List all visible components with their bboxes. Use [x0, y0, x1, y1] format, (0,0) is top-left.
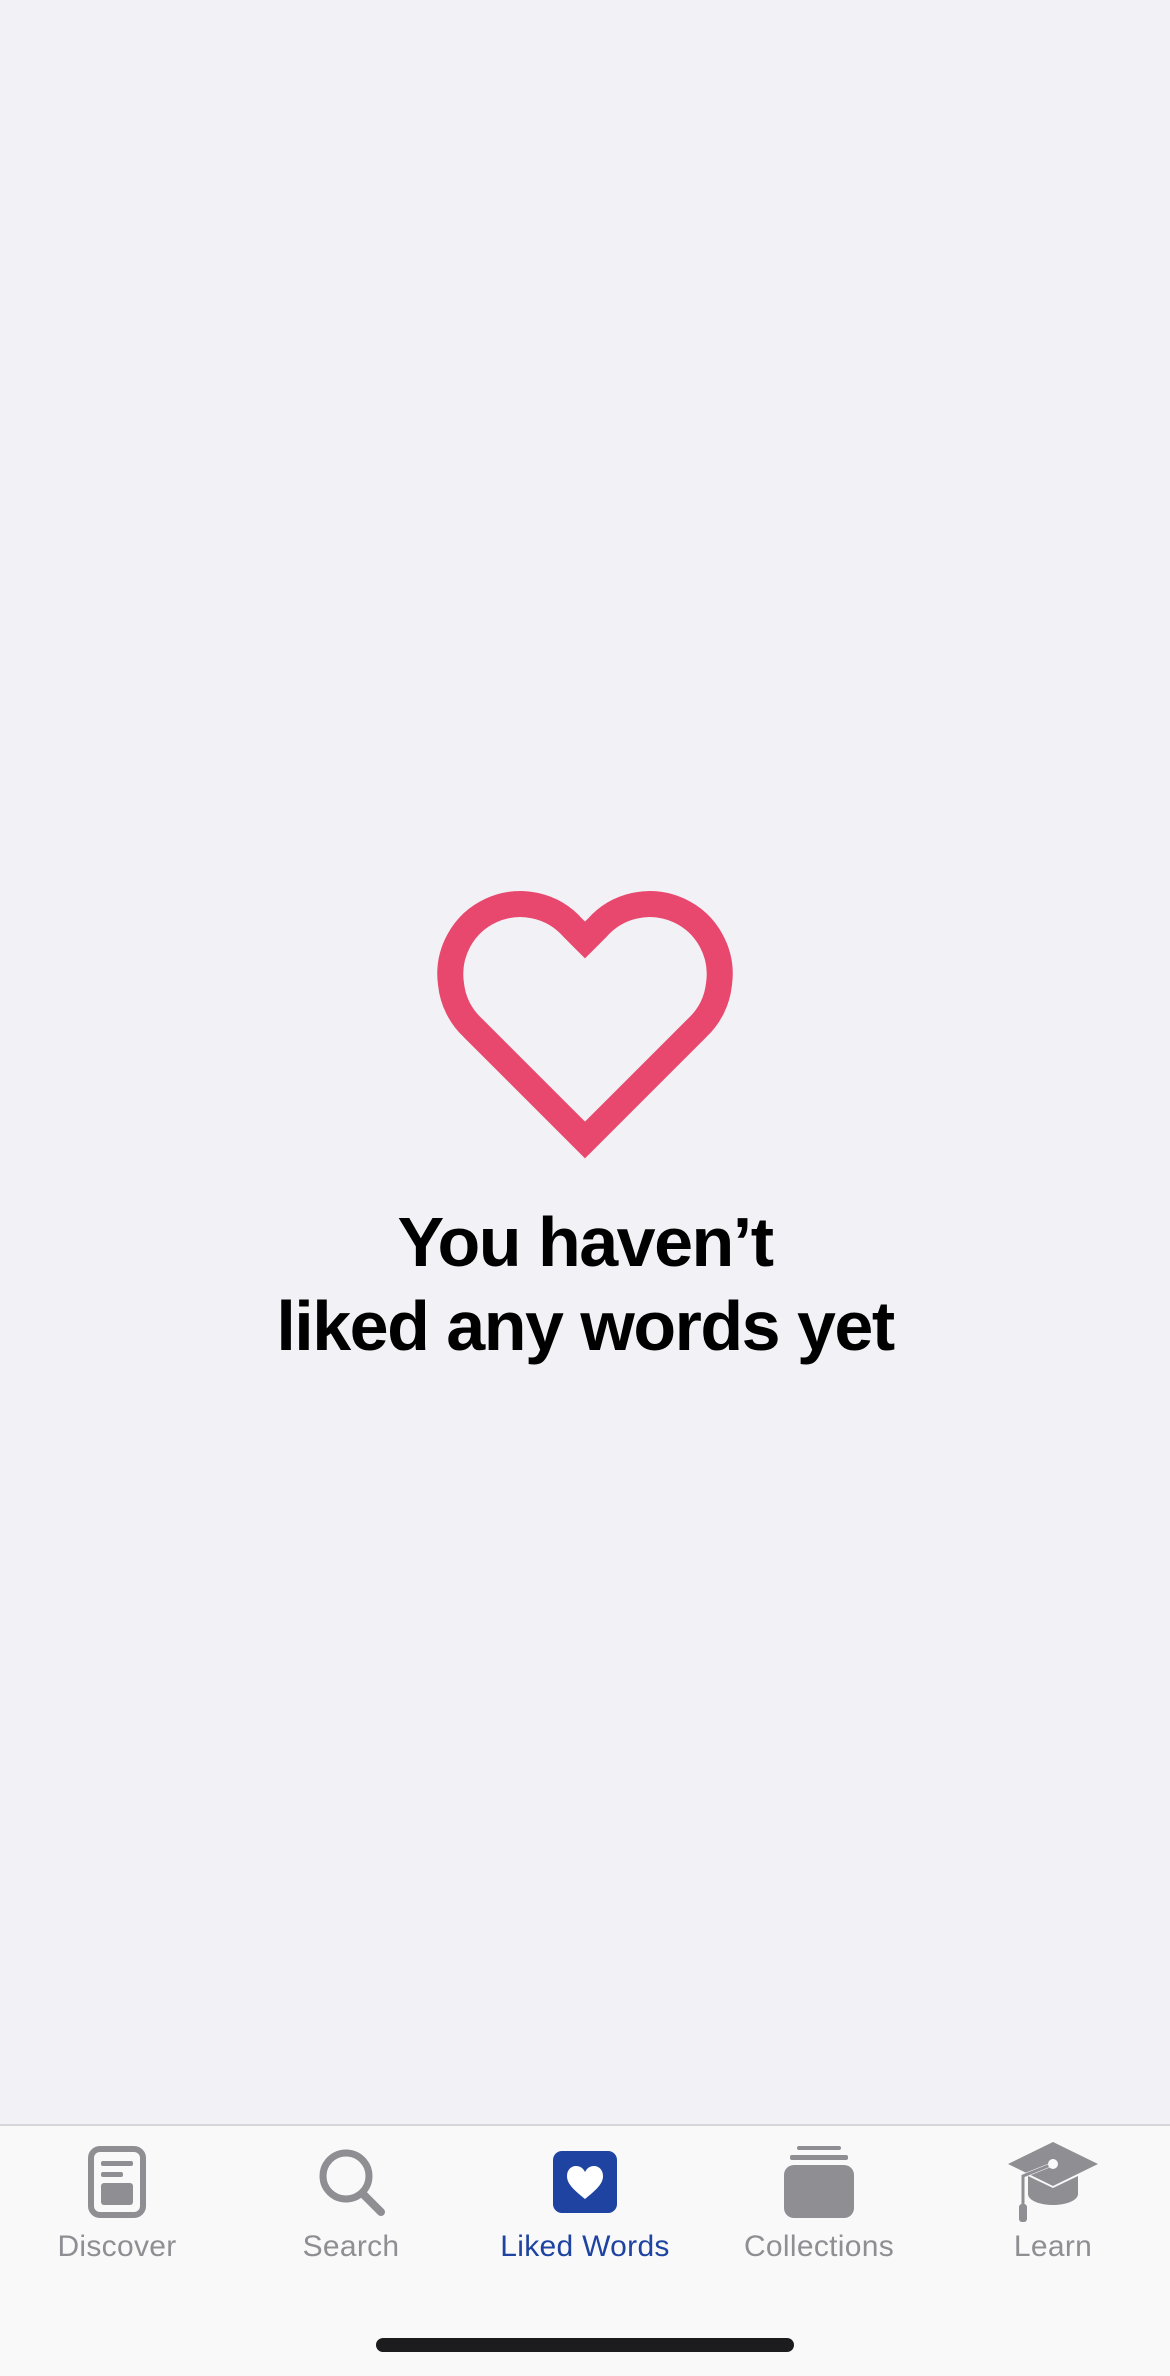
empty-state: You haven’t liked any words yet — [0, 880, 1170, 1368]
tab-label-learn: Learn — [1013, 2230, 1093, 2263]
tab-learn[interactable]: Learn — [936, 2126, 1170, 2286]
tab-label-search: Search — [302, 2230, 400, 2263]
tab-collections[interactable]: Collections — [702, 2126, 936, 2286]
empty-state-title: You haven’t liked any words yet — [0, 1200, 1170, 1368]
empty-title-line-1: You haven’t — [397, 1203, 774, 1281]
tab-label-liked-words: Liked Words — [500, 2230, 670, 2263]
tab-bar: Discover Search Liked Words Collections … — [0, 2124, 1170, 2376]
tab-liked-words[interactable]: Liked Words — [468, 2126, 702, 2286]
graduation-cap-icon — [1005, 2142, 1101, 2222]
document-icon — [69, 2144, 165, 2220]
heart-square-icon — [537, 2144, 633, 2220]
magnifier-icon — [303, 2144, 399, 2220]
stack-icon — [771, 2144, 867, 2220]
empty-title-line-2: liked any words yet — [276, 1287, 895, 1365]
tab-label-collections: Collections — [743, 2230, 895, 2263]
tab-label-discover: Discover — [57, 2230, 177, 2263]
home-indicator[interactable] — [376, 2338, 794, 2352]
tab-search[interactable]: Search — [234, 2126, 468, 2286]
heart-outline-icon — [435, 880, 735, 1160]
tab-discover[interactable]: Discover — [0, 2126, 234, 2286]
